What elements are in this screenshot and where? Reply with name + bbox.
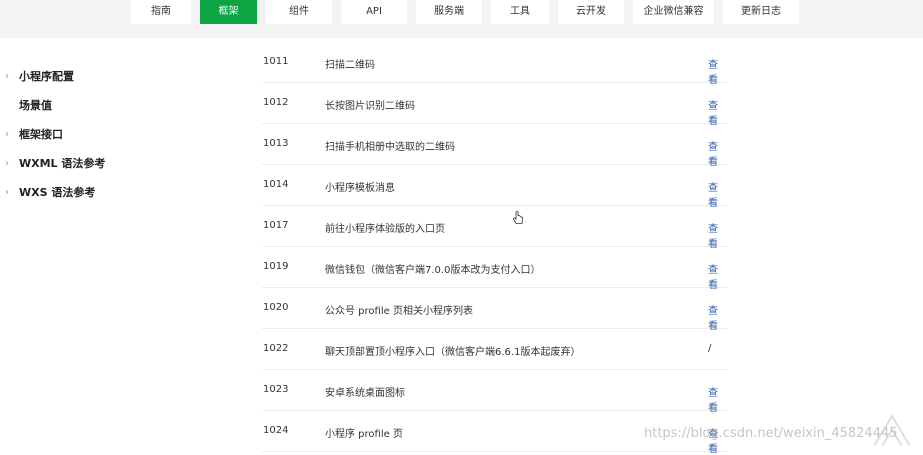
table-row: 1014 小程序模板消息 查看 (262, 165, 727, 209)
watermark-text: https://blog.csdn.net/weixin_45824445 (644, 426, 898, 441)
scene-description: 微信钱包（微信客户端7.0.0版本改为支付入口） (325, 265, 541, 276)
sidebar-item-wxs-reference[interactable]: › WXS 语法参考 (0, 182, 200, 211)
sidebar-item-label: 场景值 (19, 99, 52, 112)
scene-description: 前往小程序体验版的入口页 (325, 224, 445, 235)
sidebar: › 小程序配置 场景值 › 框架接口 › WXML 语法参考 › WXS 语法参… (0, 66, 200, 211)
tab-tools[interactable]: 工具 (491, 0, 549, 24)
tab-changelog[interactable]: 更新日志 (723, 0, 799, 24)
table-row: 1012 长按图片识别二维码 查看 (262, 83, 727, 127)
table-row: 1019 微信钱包（微信客户端7.0.0版本改为支付入口） 查看 (262, 247, 727, 291)
table-row: 1023 安卓系统桌面图标 查看 (262, 370, 727, 414)
sidebar-item-label: WXS 语法参考 (19, 186, 96, 199)
scene-code: 1013 (263, 138, 289, 149)
nav-tabs: 指南 框架 组件 API 服务端 工具 云开发 企业微信兼容 更新日志 (131, 0, 808, 24)
table-row: 1022 聊天顶部置顶小程序入口（微信客户端6.6.1版本起废弃） / (262, 329, 727, 370)
chevron-right-icon: › (5, 129, 9, 140)
chevron-right-icon: › (5, 187, 9, 198)
view-link[interactable]: 查看 (708, 179, 727, 209)
view-link[interactable]: 查看 (708, 220, 727, 250)
sidebar-item-label: 框架接口 (19, 128, 63, 141)
scene-description: 小程序 profile 页 (325, 429, 403, 440)
scene-code: 1022 (263, 343, 289, 354)
scene-code: 1024 (263, 425, 289, 436)
view-link[interactable]: 查看 (708, 56, 727, 86)
scene-code: 1017 (263, 220, 289, 231)
hand-pointer-icon (513, 211, 523, 224)
top-nav-bar: 指南 框架 组件 API 服务端 工具 云开发 企业微信兼容 更新日志 (0, 0, 923, 38)
scene-description: 聊天顶部置顶小程序入口（微信客户端6.6.1版本起废弃） (325, 347, 581, 358)
sidebar-item-label: WXML 语法参考 (19, 157, 106, 170)
tab-components[interactable]: 组件 (266, 0, 332, 24)
view-link[interactable]: 查看 (708, 261, 727, 291)
view-link[interactable]: 查看 (708, 97, 727, 127)
tab-cloud-dev[interactable]: 云开发 (558, 0, 624, 24)
scene-description: 公众号 profile 页相关小程序列表 (325, 306, 473, 317)
sidebar-item-wxml-reference[interactable]: › WXML 语法参考 (0, 153, 200, 182)
scene-description: 扫描二维码 (325, 60, 375, 71)
scene-description: 长按图片识别二维码 (325, 101, 415, 112)
scene-description: 安卓系统桌面图标 (325, 388, 405, 399)
table-row: 1017 前往小程序体验版的入口页 查看 (262, 206, 727, 250)
scene-code: 1012 (263, 97, 289, 108)
sidebar-item-scene[interactable]: 场景值 (0, 95, 200, 124)
scene-code: 1011 (263, 56, 289, 67)
sidebar-item-framework-api[interactable]: › 框架接口 (0, 124, 200, 153)
scene-table: 1011 扫描二维码 查看 1012 长按图片识别二维码 查看 1013 扫描手… (262, 42, 727, 455)
table-row: 1011 扫描二维码 查看 (262, 42, 727, 86)
chevron-right-icon: › (5, 158, 9, 169)
sidebar-item-app-config[interactable]: › 小程序配置 (0, 66, 200, 95)
scene-description: 扫描手机相册中选取的二维码 (325, 142, 455, 153)
scene-code: 1023 (263, 384, 289, 395)
sidebar-item-label: 小程序配置 (19, 70, 74, 83)
tab-wecom-compat[interactable]: 企业微信兼容 (633, 0, 714, 24)
watermark-logo-icon (873, 414, 911, 447)
scene-description: 小程序模板消息 (325, 183, 395, 194)
action-placeholder: / (708, 343, 712, 354)
view-link[interactable]: 查看 (708, 302, 727, 332)
tab-guide[interactable]: 指南 (131, 0, 191, 24)
scene-code: 1019 (263, 261, 289, 272)
table-row: 1020 公众号 profile 页相关小程序列表 查看 (262, 288, 727, 332)
view-link[interactable]: 查看 (708, 138, 727, 168)
chevron-right-icon: › (5, 71, 9, 82)
tab-framework[interactable]: 框架 (200, 0, 257, 24)
view-link[interactable]: 查看 (708, 384, 727, 414)
table-row: 1013 扫描手机相册中选取的二维码 查看 (262, 124, 727, 168)
tab-api[interactable]: API (341, 0, 407, 24)
scene-code: 1020 (263, 302, 289, 313)
scene-code: 1014 (263, 179, 289, 190)
tab-server[interactable]: 服务端 (416, 0, 482, 24)
